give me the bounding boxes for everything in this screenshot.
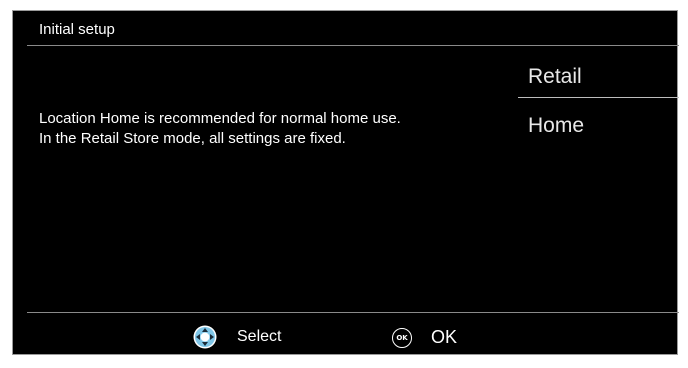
navigation-pad-icon xyxy=(193,325,217,349)
page-title: Initial setup xyxy=(39,21,115,38)
header-divider xyxy=(27,45,679,46)
description-text: Location Home is recommended for normal … xyxy=(39,109,401,149)
select-label: Select xyxy=(237,328,282,345)
ok-button-icon: OK xyxy=(392,328,412,348)
option-retail[interactable]: Retail xyxy=(518,63,679,99)
footer-divider xyxy=(27,312,679,313)
option-divider xyxy=(518,97,679,98)
ok-label: OK xyxy=(431,327,458,347)
setup-screen: Initial setup Location Home is recommend… xyxy=(12,10,679,355)
footer: Select OK OK xyxy=(13,323,677,353)
location-options: Retail Home xyxy=(518,63,679,148)
option-home[interactable]: Home xyxy=(518,112,679,148)
description-line-1: Location Home is recommended for normal … xyxy=(39,110,401,127)
description-line-2: In the Retail Store mode, all settings a… xyxy=(39,130,346,147)
